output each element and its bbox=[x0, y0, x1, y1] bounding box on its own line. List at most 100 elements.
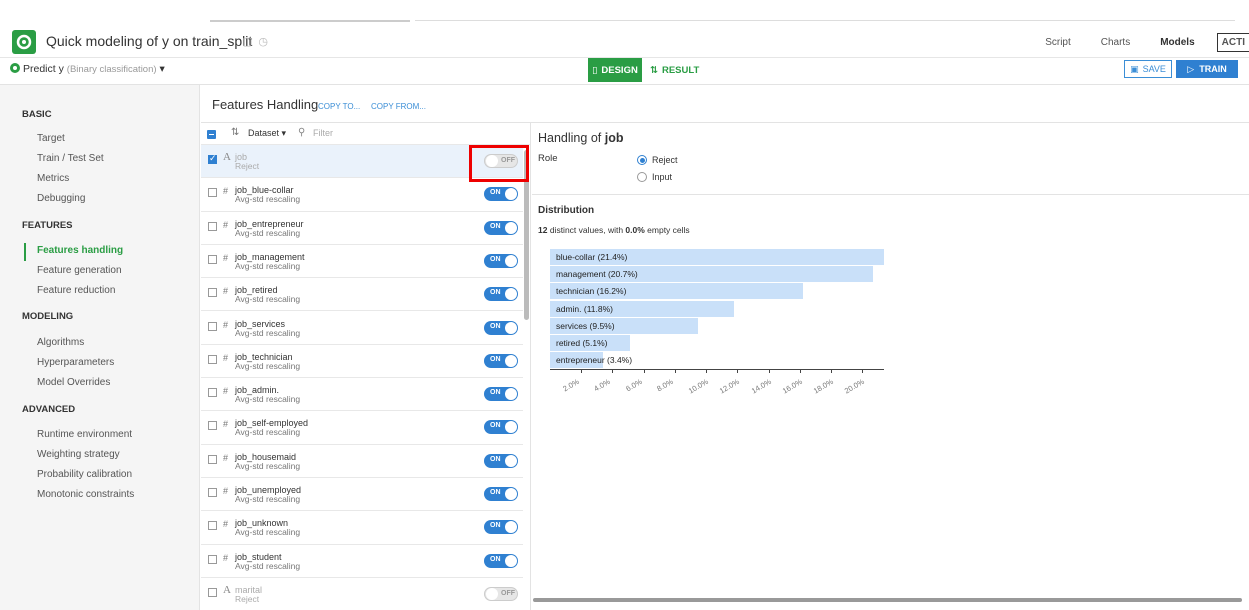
row-checkbox[interactable] bbox=[208, 188, 217, 198]
features-title: Features Handling bbox=[212, 97, 319, 112]
sidebar-item-feature-reduction[interactable]: Feature reduction bbox=[37, 285, 115, 296]
nav-actions[interactable]: ACTI bbox=[1216, 32, 1249, 52]
settings-sidebar: BASIC Target Train / Test Set Metrics De… bbox=[0, 85, 200, 610]
x-tick-label: 4.0% bbox=[592, 377, 613, 394]
copy-to-link[interactable]: COPY TO... bbox=[318, 102, 360, 111]
feature-toggle[interactable]: ON bbox=[484, 187, 518, 202]
feature-toggle[interactable]: ON bbox=[484, 420, 518, 435]
feature-toggle[interactable]: ON bbox=[484, 353, 518, 368]
row-checkbox[interactable] bbox=[208, 521, 217, 531]
row-checkbox[interactable] bbox=[208, 421, 217, 431]
history-icon[interactable]: ◷ bbox=[258, 36, 274, 48]
train-button[interactable]: ▷ TRAIN bbox=[1176, 60, 1238, 78]
feature-toggle[interactable]: ON bbox=[484, 287, 518, 302]
app-logo-icon[interactable] bbox=[12, 30, 36, 54]
sort-icon[interactable]: ⇅ bbox=[231, 127, 239, 138]
feature-toggle[interactable]: ON bbox=[484, 453, 518, 468]
numeric-type-icon: # bbox=[223, 552, 229, 563]
filter-input[interactable]: Filter bbox=[313, 128, 333, 138]
sidebar-item-probability-calibration[interactable]: Probability calibration bbox=[37, 469, 132, 480]
chart-bar-label: admin. (11.8%) bbox=[556, 303, 614, 314]
chart-bar-label: entrepreneur (3.4%) bbox=[556, 355, 633, 366]
toggle-knob bbox=[505, 221, 517, 234]
predict-selector[interactable]: Predict y (Binary classification) ▾ bbox=[10, 63, 165, 75]
toggle-knob bbox=[505, 354, 517, 367]
feature-row[interactable]: # job_retired Avg-std rescaling ON bbox=[201, 278, 523, 312]
row-checkbox[interactable] bbox=[208, 388, 217, 398]
feature-row[interactable]: # job_technician Avg-std rescaling ON bbox=[201, 345, 523, 379]
sidebar-item-features-handling[interactable]: Features handling bbox=[37, 245, 123, 256]
row-checkbox[interactable] bbox=[208, 321, 217, 331]
sidebar-item-runtime-environment[interactable]: Runtime environment bbox=[37, 429, 132, 440]
analysis-title[interactable]: Quick modeling of y on train_split bbox=[46, 33, 252, 49]
row-checkbox[interactable] bbox=[208, 354, 217, 364]
feature-row[interactable]: # job_services Avg-std rescaling ON bbox=[201, 312, 523, 345]
chart-bar-label: technician (16.2%) bbox=[556, 286, 627, 297]
sidebar-item-monotonic-constraints[interactable]: Monotonic constraints bbox=[37, 489, 134, 500]
feature-row[interactable]: # job_housemaid Avg-std rescaling ON bbox=[201, 445, 523, 478]
sidebar-item-hyperparameters[interactable]: Hyperparameters bbox=[37, 357, 114, 368]
feature-row[interactable]: # job_unemployed Avg-std rescaling ON bbox=[201, 478, 523, 512]
feature-toggle[interactable]: ON bbox=[484, 487, 518, 501]
sidebar-item-feature-generation[interactable]: Feature generation bbox=[37, 265, 122, 276]
feature-row[interactable]: # job_management Avg-std rescaling ON bbox=[201, 245, 523, 279]
feature-row[interactable]: # job_student Avg-std rescaling ON bbox=[201, 545, 523, 578]
feature-row[interactable]: # job_blue-collar Avg-std rescaling ON bbox=[201, 178, 523, 212]
chart-bar-label: services (9.5%) bbox=[556, 320, 615, 331]
design-tab[interactable]: ▯ DESIGN bbox=[588, 58, 642, 82]
row-checkbox[interactable] bbox=[208, 587, 217, 597]
copy-from-link[interactable]: COPY FROM... bbox=[371, 102, 426, 111]
row-checkbox[interactable] bbox=[208, 153, 217, 164]
row-checkbox[interactable] bbox=[208, 288, 217, 298]
sidebar-item-metrics[interactable]: Metrics bbox=[37, 173, 69, 184]
x-tick-label: 12.0% bbox=[718, 377, 742, 396]
feature-toggle[interactable]: ON bbox=[484, 553, 518, 568]
toggle-label: ON bbox=[490, 455, 501, 463]
copy-icon[interactable]: ▢ bbox=[242, 36, 258, 48]
toggle-knob bbox=[505, 488, 517, 500]
numeric-type-icon: # bbox=[223, 452, 229, 463]
feature-toggle[interactable]: ON bbox=[484, 220, 518, 235]
row-checkbox[interactable] bbox=[208, 554, 217, 564]
save-button[interactable]: ▣ SAVE bbox=[1124, 60, 1172, 78]
sidebar-item-weighting-strategy[interactable]: Weighting strategy bbox=[37, 449, 120, 460]
numeric-type-icon: # bbox=[223, 419, 229, 430]
feature-toggle[interactable]: ON bbox=[484, 520, 518, 535]
select-all-checkbox[interactable] bbox=[207, 130, 216, 139]
feature-row[interactable]: # job_entrepreneur Avg-std rescaling ON bbox=[201, 212, 523, 245]
toggle-label: ON bbox=[490, 355, 501, 363]
row-checkbox[interactable] bbox=[208, 488, 217, 497]
text-type-icon: A bbox=[223, 583, 231, 596]
sidebar-item-algorithms[interactable]: Algorithms bbox=[37, 337, 84, 348]
feature-row[interactable]: Amarital Reject OFF bbox=[201, 578, 523, 610]
role-reject-radio[interactable] bbox=[637, 155, 647, 165]
feature-row[interactable]: # job_admin. Avg-std rescaling ON bbox=[201, 378, 523, 412]
sidebar-item-model-overrides[interactable]: Model Overrides bbox=[37, 377, 110, 388]
feature-toggle[interactable]: OFF bbox=[484, 586, 518, 601]
nav-models[interactable]: Models bbox=[1160, 37, 1194, 48]
nav-script[interactable]: Script bbox=[1045, 37, 1071, 48]
horizontal-scrollbar[interactable] bbox=[533, 598, 1242, 602]
sidebar-item-debugging[interactable]: Debugging bbox=[37, 193, 85, 204]
row-checkbox[interactable] bbox=[208, 254, 217, 264]
role-reject-label[interactable]: Reject bbox=[652, 155, 678, 165]
row-checkbox[interactable] bbox=[208, 221, 217, 231]
numeric-type-icon: # bbox=[223, 286, 229, 297]
feature-handling: Avg-std rescaling bbox=[235, 527, 301, 538]
nav-charts[interactable]: Charts bbox=[1101, 37, 1130, 48]
x-tick-label: 2.0% bbox=[561, 377, 581, 394]
sidebar-item-train-test[interactable]: Train / Test Set bbox=[37, 153, 104, 164]
sidebar-item-target[interactable]: Target bbox=[37, 133, 65, 144]
result-tab[interactable]: ⇅ RESULT bbox=[650, 58, 699, 82]
x-tick-label: 18.0% bbox=[811, 377, 835, 396]
feature-row[interactable]: # job_self-employed Avg-std rescaling ON bbox=[201, 411, 523, 445]
sort-dropdown[interactable]: Dataset ▾ bbox=[248, 128, 286, 139]
row-checkbox[interactable] bbox=[208, 454, 217, 464]
feature-toggle[interactable]: ON bbox=[484, 320, 518, 335]
role-input-radio[interactable] bbox=[637, 172, 647, 182]
toggle-label: ON bbox=[490, 255, 501, 263]
feature-toggle[interactable]: ON bbox=[484, 387, 518, 402]
role-input-label[interactable]: Input bbox=[652, 172, 672, 182]
feature-toggle[interactable]: ON bbox=[484, 253, 518, 268]
feature-row[interactable]: # job_unknown Avg-std rescaling ON bbox=[201, 511, 523, 545]
